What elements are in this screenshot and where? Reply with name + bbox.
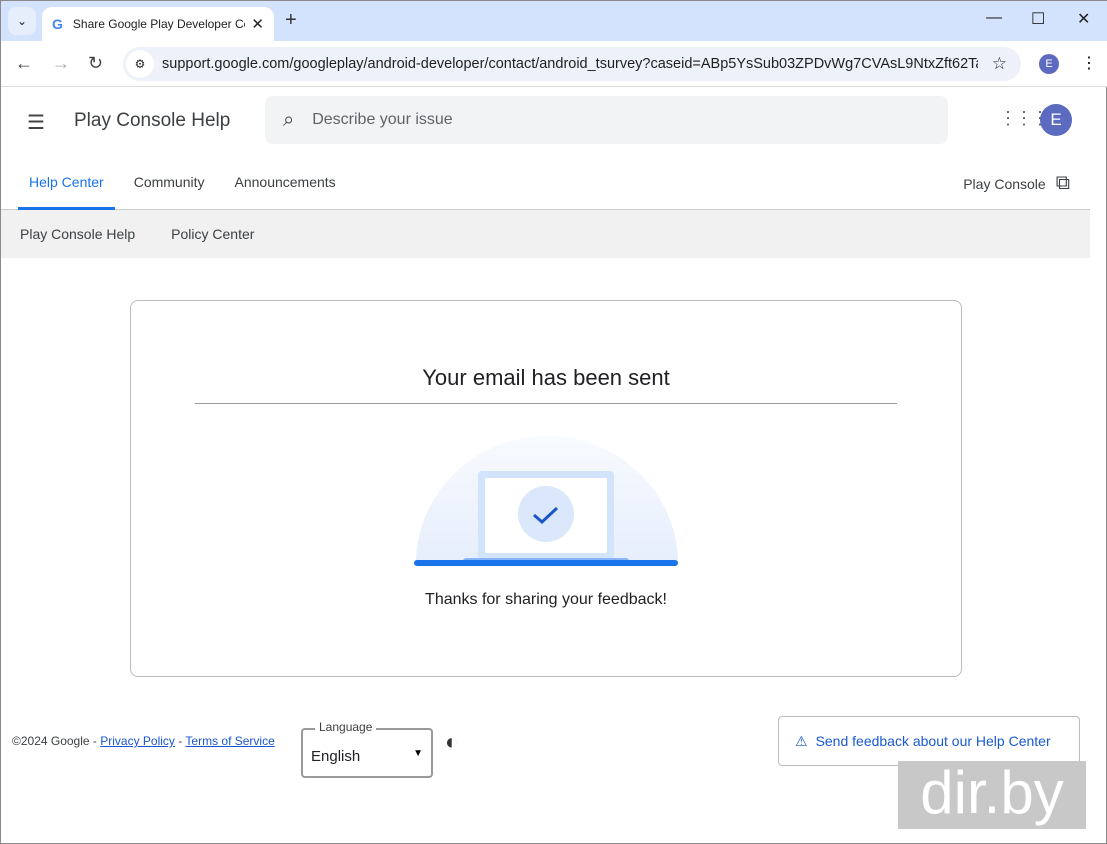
separator: -	[178, 734, 183, 748]
new-tab-button[interactable]: +	[285, 9, 297, 32]
account-avatar[interactable]: E	[1040, 104, 1072, 136]
watermark-logo: dir.by	[898, 761, 1086, 829]
terms-of-service-link[interactable]: Terms of Service	[185, 734, 274, 748]
tab-title: Share Google Play Developer Console	[72, 17, 246, 31]
confirmation-card: Your email has been sent Thanks for shar…	[130, 300, 962, 677]
search-input[interactable]: ⌕ Describe your issue	[265, 96, 948, 144]
search-icon: ⌕	[283, 108, 295, 131]
close-tab-icon[interactable]: ✕	[251, 15, 264, 33]
play-console-label: Play Console	[963, 175, 1046, 192]
laptop-checkmark-illustration	[414, 436, 678, 566]
tab-community[interactable]: Community	[123, 160, 216, 210]
browser-tab-bar: ⌄ G Share Google Play Developer Console …	[1, 1, 1107, 41]
footer-links: ©2024 Google - Privacy Policy - Terms of…	[12, 734, 275, 748]
tab-search-button[interactable]: ⌄	[8, 7, 36, 35]
browser-toolbar: ← → ↻ ⚙ support.google.com/googleplay/an…	[1, 41, 1107, 87]
confirmation-message: Thanks for sharing your feedback!	[425, 591, 667, 608]
url-text: support.google.com/googleplay/android-de…	[162, 56, 978, 72]
privacy-policy-link[interactable]: Privacy Policy	[100, 734, 175, 748]
confirmation-title: Your email has been sent	[195, 365, 897, 404]
hamburger-menu-icon[interactable]: ☰	[27, 110, 45, 135]
subnav-policy-center[interactable]: Policy Center	[171, 226, 254, 242]
copyright: ©2024 Google -	[12, 734, 97, 748]
language-select[interactable]: Language English ▼	[301, 720, 433, 778]
feedback-label: Send feedback about our Help Center	[815, 733, 1051, 749]
subnav-play-console-help[interactable]: Play Console Help	[20, 226, 135, 242]
site-title[interactable]: Play Console Help	[74, 110, 230, 132]
maximize-button[interactable]: ☐	[1031, 9, 1045, 29]
minimize-button[interactable]: —	[986, 9, 1002, 27]
back-button[interactable]: ←	[15, 53, 33, 74]
language-label: Language	[315, 720, 377, 734]
google-favicon-icon: G	[52, 16, 63, 32]
browser-menu-icon[interactable]: ⋮	[1081, 53, 1097, 73]
open-external-icon: ⧉	[1055, 172, 1070, 194]
bookmark-star-icon[interactable]: ☆	[992, 54, 1007, 74]
close-window-button[interactable]: ✕	[1077, 9, 1090, 29]
feedback-icon: ⚠	[795, 732, 808, 749]
help-header: ☰ Play Console Help ⌕ Describe your issu…	[1, 88, 1090, 210]
play-console-link[interactable]: Play Console ⧉	[963, 172, 1070, 195]
language-value: English	[311, 748, 361, 765]
tab-help-center[interactable]: Help Center	[18, 160, 115, 210]
address-bar[interactable]: ⚙ support.google.com/googleplay/android-…	[123, 47, 1021, 81]
tab-announcements[interactable]: Announcements	[224, 160, 347, 210]
forward-button[interactable]: →	[52, 53, 70, 74]
sub-navigation: Play Console Help Policy Center	[1, 210, 1090, 258]
reload-button[interactable]: ↻	[88, 53, 103, 74]
profile-avatar[interactable]: E	[1039, 54, 1059, 74]
dropdown-arrow-icon: ▼	[413, 748, 423, 759]
dark-mode-toggle-icon[interactable]: ◐	[445, 729, 458, 755]
site-settings-icon[interactable]: ⚙	[126, 50, 154, 78]
search-placeholder: Describe your issue	[312, 111, 453, 128]
browser-tab[interactable]: G Share Google Play Developer Console ✕	[42, 7, 274, 41]
